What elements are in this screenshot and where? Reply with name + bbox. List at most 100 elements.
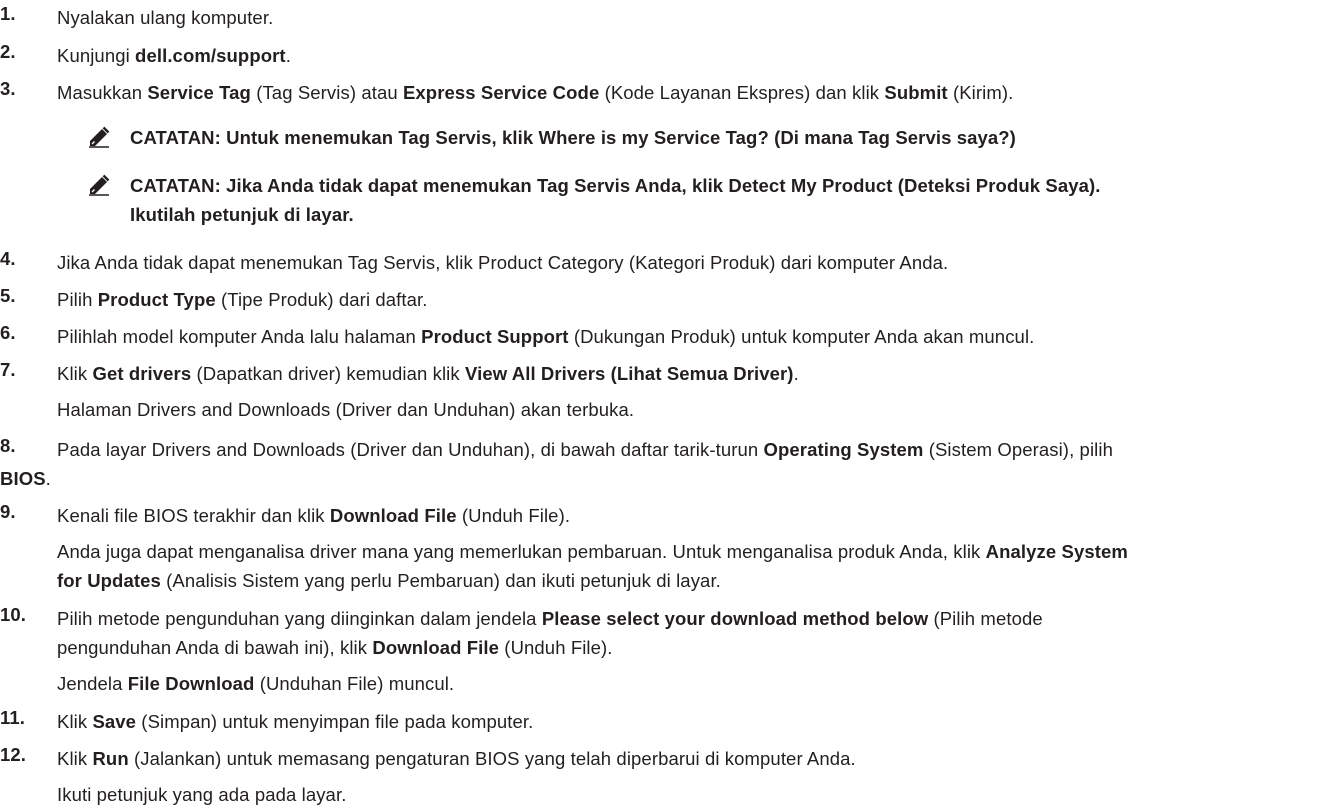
- step-line-wrap: BIOS.: [0, 464, 51, 493]
- step-text: Klik Run (Jalankan) untuk memasang penga…: [57, 744, 1330, 809]
- bold-run: Get drivers: [92, 363, 192, 384]
- bold-run: View All Drivers (Lihat Semua Driver): [464, 363, 794, 384]
- text-run: (Analisis Sistem yang perlu Pembaruan) d…: [160, 570, 721, 591]
- text-run: (Kode Layanan Ekspres) dan klik: [599, 82, 885, 103]
- text-run: Pilihlah model komputer Anda lalu halama…: [57, 326, 422, 347]
- step-text: Pilih metode pengunduhan yang diinginkan…: [57, 604, 1330, 698]
- step-line: Klik Run (Jalankan) untuk memasang penga…: [57, 744, 1330, 773]
- text-run: Klik: [57, 711, 93, 732]
- text-run: (Tipe Produk) dari daftar.: [215, 289, 428, 310]
- step-subtext: Halaman Drivers and Downloads (Driver da…: [57, 399, 635, 420]
- text-run: Kenali file BIOS terakhir dan klik: [57, 505, 330, 526]
- step-line: Kenali file BIOS terakhir dan klik Downl…: [57, 501, 1330, 530]
- text-run: (Unduh File).: [456, 505, 571, 526]
- note-text: CATATAN: Untuk menemukan Tag Servis, kli…: [130, 123, 1016, 152]
- text-run: Jendela: [57, 673, 128, 694]
- text-run: Masukkan: [57, 82, 148, 103]
- step-text: Pada layar Drivers and Downloads (Driver…: [57, 435, 1330, 464]
- text-run: Nyalakan ulang komputer.: [57, 7, 274, 28]
- bold-run: Product Support: [421, 326, 569, 347]
- step-text: Nyalakan ulang komputer.: [57, 3, 1330, 32]
- text-run: (Sistem Operasi), pilih: [923, 439, 1113, 460]
- step-text: Jika Anda tidak dapat menemukan Tag Serv…: [57, 248, 1330, 277]
- text-run: (Tag Servis) atau: [250, 82, 403, 103]
- step-text: Pilihlah model komputer Anda lalu halama…: [57, 322, 1330, 351]
- bold-run: File Download: [127, 673, 255, 694]
- bold-run: Product Type: [97, 289, 216, 310]
- step-text: Masukkan Service Tag (Tag Servis) atau E…: [57, 78, 1330, 107]
- text-run: (Kirim).: [947, 82, 1014, 103]
- step-number: 5.: [0, 285, 16, 306]
- text-run: pengunduhan Anda di bawah ini), klik: [57, 637, 373, 658]
- step-line: Jika Anda tidak dapat menemukan Tag Serv…: [57, 248, 1330, 277]
- bold-run: Run: [92, 748, 129, 769]
- step-number: 2.: [0, 41, 16, 62]
- bold-run: Analyze System: [985, 541, 1128, 562]
- step-number: 4.: [0, 248, 16, 269]
- step-line: Klik Save (Simpan) untuk menyimpan file …: [57, 707, 1330, 736]
- note-line: CATATAN: Untuk menemukan Tag Servis, kli…: [130, 127, 1016, 148]
- text-run: (Unduh File).: [499, 637, 613, 658]
- step-number: 12.: [0, 744, 27, 765]
- step-number: 8.: [0, 435, 16, 456]
- text-run: Jika Anda tidak dapat menemukan Tag Serv…: [57, 252, 949, 273]
- step-number: 11.: [0, 707, 25, 728]
- note-line: CATATAN: Jika Anda tidak dapat menemukan…: [130, 175, 1101, 196]
- text-run: Anda juga dapat menganalisa driver mana …: [57, 541, 986, 562]
- text-run: Klik: [57, 363, 93, 384]
- step-line: Pada layar Drivers and Downloads (Driver…: [57, 435, 1330, 464]
- note-line: Ikutilah petunjuk di layar.: [130, 204, 354, 225]
- step-line: Masukkan Service Tag (Tag Servis) atau E…: [57, 78, 1330, 107]
- bold-run: Download File: [329, 505, 457, 526]
- step-line: Pilih Product Type (Tipe Produk) dari da…: [57, 285, 1330, 314]
- step-text: Pilih Product Type (Tipe Produk) dari da…: [57, 285, 1330, 314]
- step-subtext: Anda juga dapat menganalisa driver mana …: [57, 537, 1330, 566]
- step-text: Kenali file BIOS terakhir dan klik Downl…: [57, 501, 1330, 566]
- step-number: 3.: [0, 78, 16, 99]
- step-number: 9.: [0, 501, 16, 522]
- step-text: Klik Save (Simpan) untuk menyimpan file …: [57, 707, 1330, 736]
- step-line: Pilih metode pengunduhan yang diinginkan…: [57, 604, 1330, 633]
- bold-run: BIOS: [0, 468, 46, 489]
- text-run: (Pilih metode: [928, 608, 1043, 629]
- text-run: Klik: [57, 748, 93, 769]
- step-line: pengunduhan Anda di bawah ini), klik Dow…: [57, 633, 1330, 662]
- text-run: Kunjungi: [57, 45, 136, 66]
- pencil-note-icon: [89, 126, 110, 148]
- text-run: .: [285, 45, 291, 66]
- text-run: .: [45, 468, 51, 489]
- text-run: (Dukungan Produk) untuk komputer Anda ak…: [568, 326, 1035, 347]
- text-run: (Simpan) untuk menyimpan file pada kompu…: [136, 711, 534, 732]
- bold-run: Save: [92, 711, 137, 732]
- step-number: 10.: [0, 604, 27, 625]
- step-line: Klik Get drivers (Dapatkan driver) kemud…: [57, 359, 1330, 388]
- step-number: 7.: [0, 359, 16, 380]
- step-number: 6.: [0, 322, 16, 343]
- bold-run: Express Service Code: [402, 82, 600, 103]
- text-run: (Unduhan File) muncul.: [254, 673, 455, 694]
- step-number: 1.: [0, 3, 16, 24]
- note-text: CATATAN: Jika Anda tidak dapat menemukan…: [130, 171, 1100, 229]
- step-line: Pilihlah model komputer Anda lalu halama…: [57, 322, 1330, 351]
- step-text: Klik Get drivers (Dapatkan driver) kemud…: [57, 359, 1330, 424]
- bold-run: for Updates: [57, 570, 161, 591]
- link-text: dell.com/support: [135, 45, 286, 66]
- step-text: Kunjungi dell.com/support.: [57, 41, 1330, 70]
- step-line: Kunjungi dell.com/support.: [57, 41, 1330, 70]
- bold-run: Download File: [372, 637, 500, 658]
- text-run: Pilih metode pengunduhan yang diinginkan…: [57, 608, 542, 629]
- text-run: .: [793, 363, 799, 384]
- text-run: Pilih: [57, 289, 98, 310]
- pencil-note-icon: [89, 174, 110, 196]
- step-subtext: Ikuti petunjuk yang ada pada layar.: [57, 784, 347, 805]
- step-line-wrap: for Updates (Analisis Sistem yang perlu …: [57, 566, 721, 595]
- bold-run: Operating System: [763, 439, 924, 460]
- text-run: (Jalankan) untuk memasang pengaturan BIO…: [128, 748, 856, 769]
- step-line: Nyalakan ulang komputer.: [57, 3, 1330, 32]
- bold-run: Please select your download method below: [541, 608, 929, 629]
- step-subtext: Jendela File Download (Unduhan File) mun…: [57, 669, 1330, 698]
- text-run: Pada layar Drivers and Downloads (Driver…: [57, 439, 764, 460]
- bold-run: Service Tag: [147, 82, 251, 103]
- bold-run: Submit: [884, 82, 948, 103]
- text-run: (Dapatkan driver) kemudian klik: [191, 363, 465, 384]
